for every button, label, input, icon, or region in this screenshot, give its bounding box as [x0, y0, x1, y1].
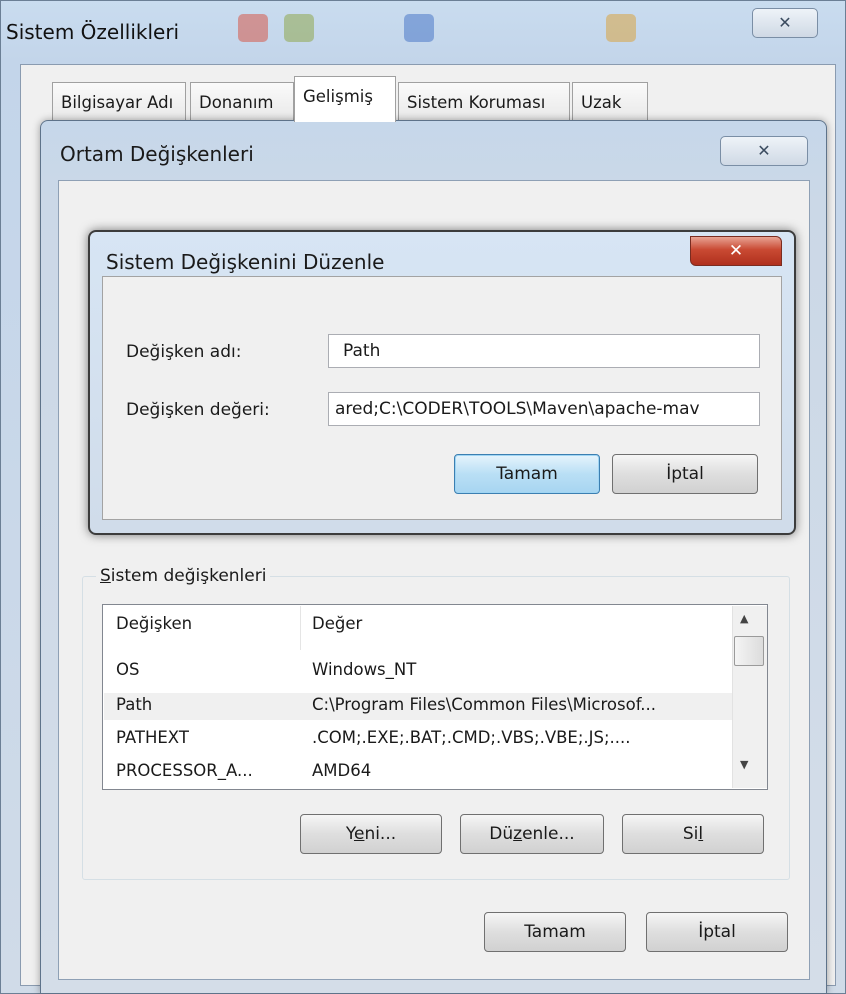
tab-sistem-korumasi[interactable]: Sistem Koruması: [398, 82, 570, 122]
table-row[interactable]: PATHEXT .COM;.EXE;.BAT;.CMD;.VBS;.VBE;.J…: [104, 726, 734, 753]
variable-value-field[interactable]: ared;C:\CODER\TOOLS\Maven\apache-mav: [328, 392, 760, 426]
scrollbar-thumb[interactable]: [734, 636, 764, 666]
dialog-ok-button[interactable]: Tamam: [454, 454, 600, 494]
dialog-title: Sistem Değişkenini Düzenle: [106, 250, 385, 274]
edit-variable-button[interactable]: Düzenle...: [460, 814, 604, 854]
variable-name-label: Değişken adı:: [126, 342, 242, 362]
tab-uzak[interactable]: Uzak: [572, 82, 648, 122]
vertical-scrollbar[interactable]: [732, 606, 767, 788]
close-icon[interactable]: ✕: [720, 136, 808, 166]
variable-name: PATHEXT: [116, 728, 189, 747]
variable-value-label: Değişken değeri:: [126, 400, 270, 420]
variable-value: Windows_NT: [312, 660, 417, 679]
close-icon[interactable]: ✕: [752, 8, 818, 38]
window-title: Sistem Özellikleri: [6, 20, 180, 44]
tab-donanim[interactable]: Donanım: [190, 82, 294, 122]
variable-name-field[interactable]: Path: [328, 334, 760, 368]
variable-value: C:\Program Files\Common Files\Microsof..…: [312, 695, 657, 714]
blurred-toolbar-icon: [284, 14, 314, 42]
cancel-button[interactable]: İptal: [646, 912, 788, 952]
blurred-toolbar-icon: [606, 14, 636, 42]
variable-value: AMD64: [312, 761, 372, 780]
dialog-cancel-button[interactable]: İptal: [612, 454, 758, 494]
table-row[interactable]: OS Windows_NT: [104, 658, 734, 685]
blurred-toolbar-icon: [404, 14, 434, 42]
delete-variable-button[interactable]: Sil: [622, 814, 764, 854]
tab-bilgisayar-adi[interactable]: Bilgisayar Adı: [52, 82, 186, 122]
tab-gelismis[interactable]: Gelişmiş: [294, 76, 396, 122]
column-header-variable[interactable]: Değişken: [116, 614, 192, 633]
scroll-up-icon[interactable]: ▲: [740, 612, 748, 625]
column-header-value[interactable]: Değer: [312, 614, 362, 633]
table-row[interactable]: Path C:\Program Files\Common Files\Micro…: [104, 693, 734, 720]
column-separator[interactable]: [300, 606, 301, 650]
variable-name: OS: [116, 660, 140, 679]
scroll-down-icon[interactable]: ▼: [740, 758, 748, 771]
blurred-toolbar-icon: [238, 14, 268, 42]
variable-value: .COM;.EXE;.BAT;.CMD;.VBS;.VBE;.JS;....: [312, 728, 631, 747]
window-title: Ortam Değişkenleri: [60, 142, 254, 166]
table-row[interactable]: PROCESSOR_A... AMD64: [104, 759, 734, 786]
new-variable-button[interactable]: Yeni...: [300, 814, 442, 854]
close-icon[interactable]: ✕: [690, 236, 782, 266]
ok-button[interactable]: Tamam: [484, 912, 626, 952]
group-label: Sistem değişkenleri: [96, 566, 271, 586]
variable-name: PROCESSOR_A...: [116, 761, 253, 780]
variable-name: Path: [116, 695, 153, 714]
